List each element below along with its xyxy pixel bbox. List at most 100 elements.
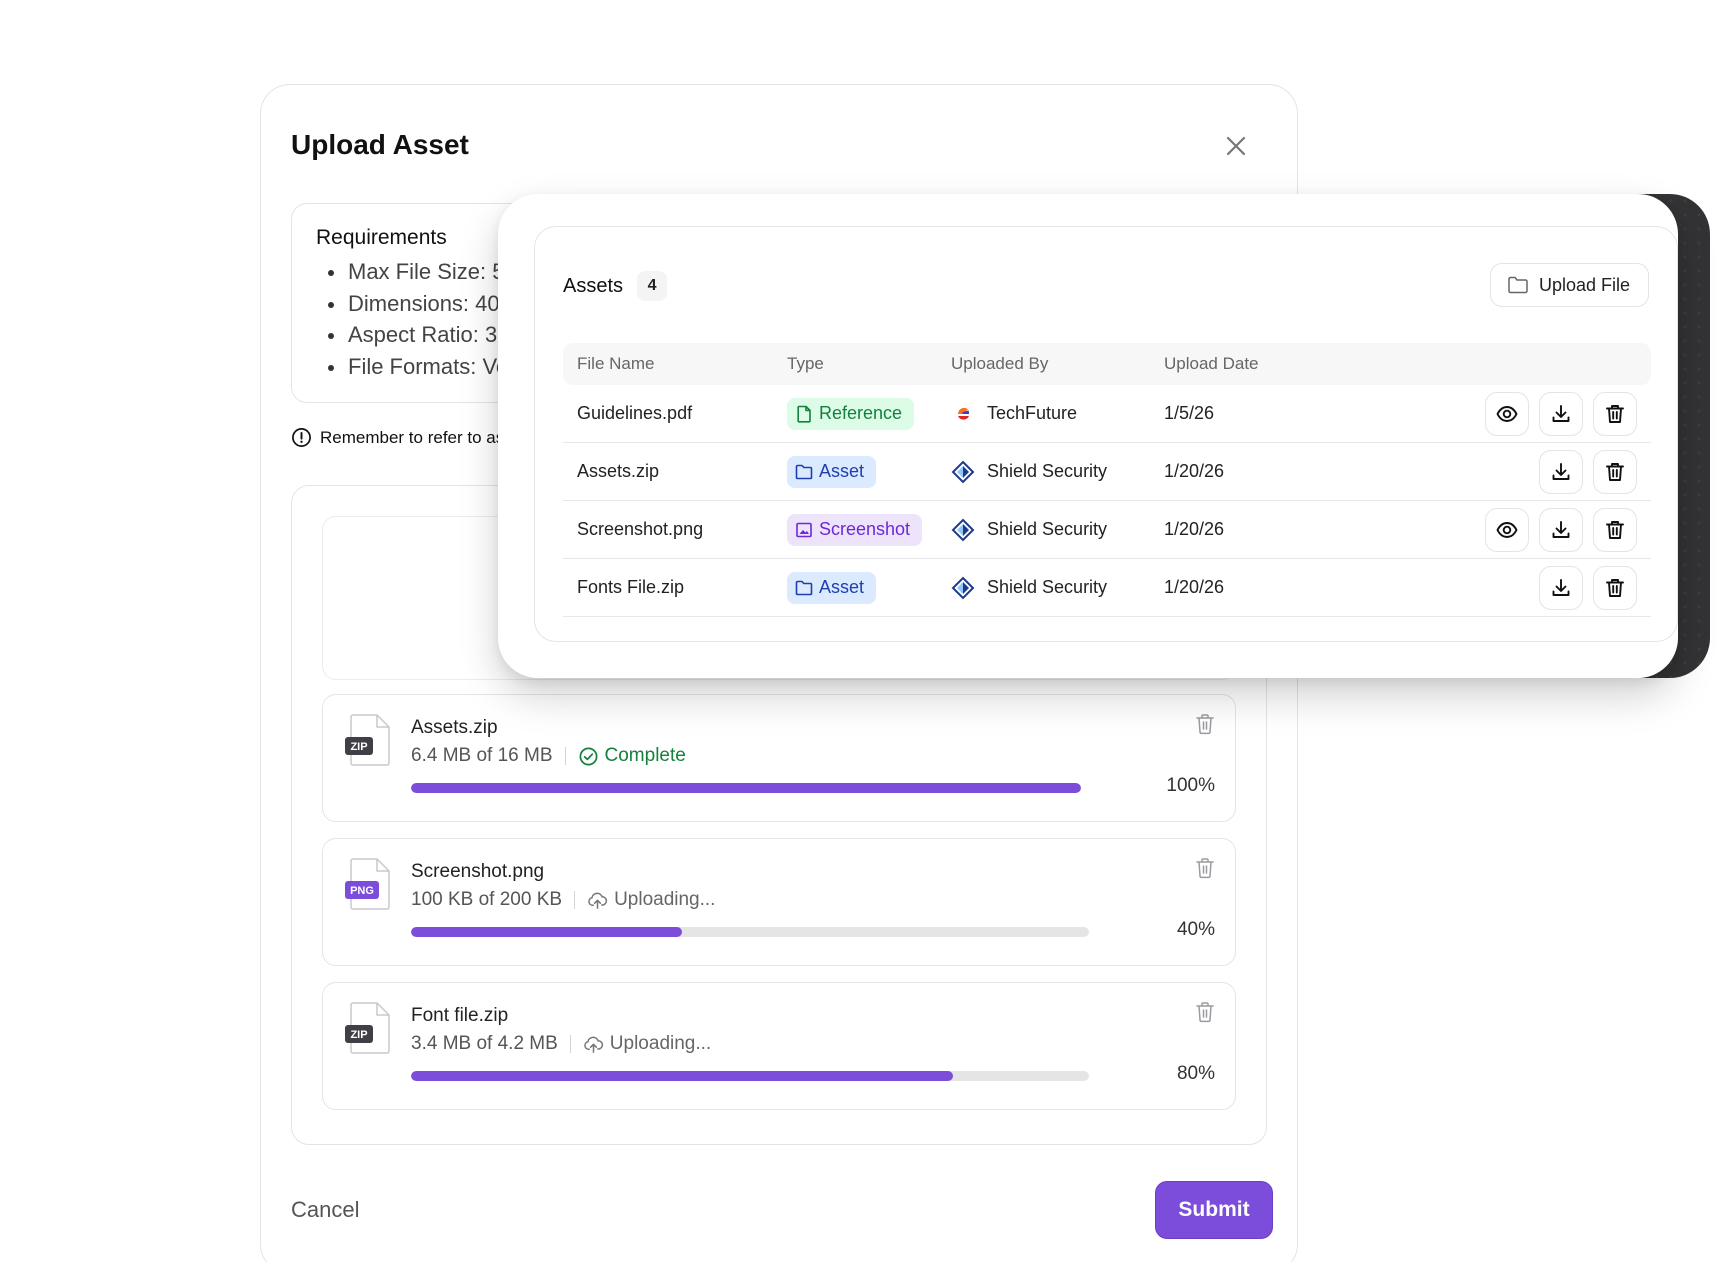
svg-text:ZIP: ZIP (350, 1029, 367, 1041)
type-chip-reference: Reference (787, 397, 915, 430)
meta-divider (569, 1035, 571, 1053)
uploaded-by-cell: Shield Security (951, 460, 1164, 484)
status-text: Uploading... (614, 889, 716, 910)
trash-icon (1606, 520, 1624, 539)
svg-text:ZIP: ZIP (350, 741, 367, 753)
upload-file-card: ZIP Font file.zip 3.4 MB of 4.2 MB Uploa… (322, 982, 1236, 1110)
folder-icon (795, 580, 813, 595)
progress-percent: 80% (1176, 1063, 1215, 1084)
file-name-cell: Screenshot.png (577, 519, 704, 539)
table-row[interactable]: Assets.zip Asset Shield Security 1/20/26 (563, 443, 1651, 501)
assets-count-badge: 4 (637, 271, 668, 301)
preview-button[interactable] (1485, 391, 1529, 436)
assets-panel: Assets 4 Upload File File Name Type Uplo… (534, 226, 1678, 642)
check-circle-icon (579, 747, 597, 765)
eye-icon (1496, 521, 1518, 538)
delete-button[interactable] (1593, 507, 1637, 552)
eye-icon (1496, 405, 1518, 422)
upload-file-size: 100 KB of 200 KB (411, 889, 563, 910)
upload-file-size: 3.4 MB of 4.2 MB (411, 1033, 558, 1054)
progress-bar (411, 927, 1089, 937)
download-icon (1552, 404, 1570, 422)
uploader-name: TechFuture (987, 403, 1078, 423)
modal-title: Upload Asset (291, 129, 469, 160)
zip-file-icon: ZIP (345, 714, 390, 766)
upload-file-card: ZIP Assets.zip 6.4 MB of 16 MB Complete … (322, 694, 1236, 822)
upload-file-meta: 100 KB of 200 KB Uploading... (411, 889, 715, 911)
table-row[interactable]: Screenshot.png Screenshot Shield Securit… (563, 501, 1651, 559)
upload-file-name: Screenshot.png (411, 861, 545, 882)
cloud-upload-icon (584, 1036, 603, 1053)
close-icon[interactable] (1221, 131, 1251, 161)
assets-header: Assets 4 (563, 271, 668, 301)
type-label: Screenshot (819, 519, 911, 539)
progress-fill (411, 783, 1081, 793)
download-button[interactable] (1539, 507, 1583, 552)
column-header: File Name (577, 354, 655, 373)
upload-date-cell: 1/20/26 (1164, 461, 1225, 481)
cloud-upload-icon (588, 892, 608, 909)
download-icon (1552, 520, 1570, 538)
download-button[interactable] (1539, 449, 1583, 494)
upload-file-meta: 3.4 MB of 4.2 MB Uploading... (411, 1033, 711, 1055)
uploaded-by-cell: Shield Security (951, 576, 1164, 600)
submit-button[interactable]: Submit (1155, 1181, 1273, 1239)
column-header: Uploaded By (951, 354, 1049, 373)
file-name-cell: Fonts File.zip (577, 577, 685, 597)
trash-icon[interactable] (1195, 1001, 1215, 1023)
type-label: Asset (819, 461, 865, 481)
table-header: File Name Type Uploaded By Upload Date (563, 343, 1651, 385)
uploaded-by-cell: Shield Security (951, 518, 1164, 542)
zip-file-icon: ZIP (345, 1002, 390, 1054)
cancel-button[interactable]: Cancel (291, 1197, 359, 1223)
trash-icon (1606, 462, 1624, 481)
reminder-note: Remember to refer to as (291, 427, 504, 448)
document-icon (797, 405, 811, 423)
type-chip-asset: Asset (787, 571, 877, 604)
trash-icon[interactable] (1195, 713, 1215, 735)
progress-fill (411, 1071, 954, 1081)
shield-security-logo-icon (951, 576, 975, 599)
status-badge: Uploading... (587, 889, 715, 911)
file-name-cell: Guidelines.pdf (577, 403, 693, 423)
upload-file-name: Assets.zip (411, 717, 498, 738)
preview-button[interactable] (1485, 507, 1529, 552)
meta-divider (564, 747, 566, 765)
status-badge: Complete (578, 745, 686, 767)
uploader-name: Shield Security (987, 577, 1108, 597)
upload-file-name: Font file.zip (411, 1005, 509, 1026)
delete-button[interactable] (1593, 565, 1637, 610)
meta-divider (574, 891, 576, 909)
download-button[interactable] (1539, 565, 1583, 610)
upload-file-button[interactable]: Upload File (1489, 263, 1649, 307)
progress-percent: 40% (1176, 919, 1215, 940)
delete-button[interactable] (1593, 391, 1637, 436)
trash-icon[interactable] (1195, 857, 1215, 879)
uploader-name: Shield Security (987, 519, 1108, 539)
trash-icon (1606, 578, 1624, 597)
progress-percent: 100% (1166, 775, 1215, 796)
uploader-name: Shield Security (987, 461, 1108, 481)
techfuture-logo-icon (957, 407, 970, 420)
upload-file-size: 6.4 MB of 16 MB (411, 745, 553, 766)
download-icon (1552, 578, 1570, 596)
table-row[interactable]: Fonts File.zip Asset Shield Security 1/2… (563, 559, 1651, 617)
file-name-cell: Assets.zip (577, 461, 660, 481)
delete-button[interactable] (1593, 449, 1637, 494)
download-button[interactable] (1539, 391, 1583, 436)
info-icon (292, 428, 311, 447)
upload-date-cell: 1/5/26 (1164, 403, 1215, 423)
svg-text:PNG: PNG (350, 885, 374, 897)
assets-table: File Name Type Uploaded By Upload Date G… (563, 343, 1651, 617)
image-icon (796, 522, 812, 537)
progress-bar (411, 1071, 1089, 1081)
status-text: Uploading... (609, 1033, 712, 1054)
uploaded-by-cell: TechFuture (951, 402, 1164, 426)
column-header: Type (787, 354, 824, 373)
progress-bar (411, 783, 1081, 793)
table-row[interactable]: Guidelines.pdf Reference TechFuture 1/5/… (563, 385, 1651, 443)
upload-date-cell: 1/20/26 (1164, 577, 1225, 597)
folder-icon (795, 464, 813, 479)
trash-icon (1606, 404, 1624, 423)
column-header: Upload Date (1164, 354, 1259, 373)
